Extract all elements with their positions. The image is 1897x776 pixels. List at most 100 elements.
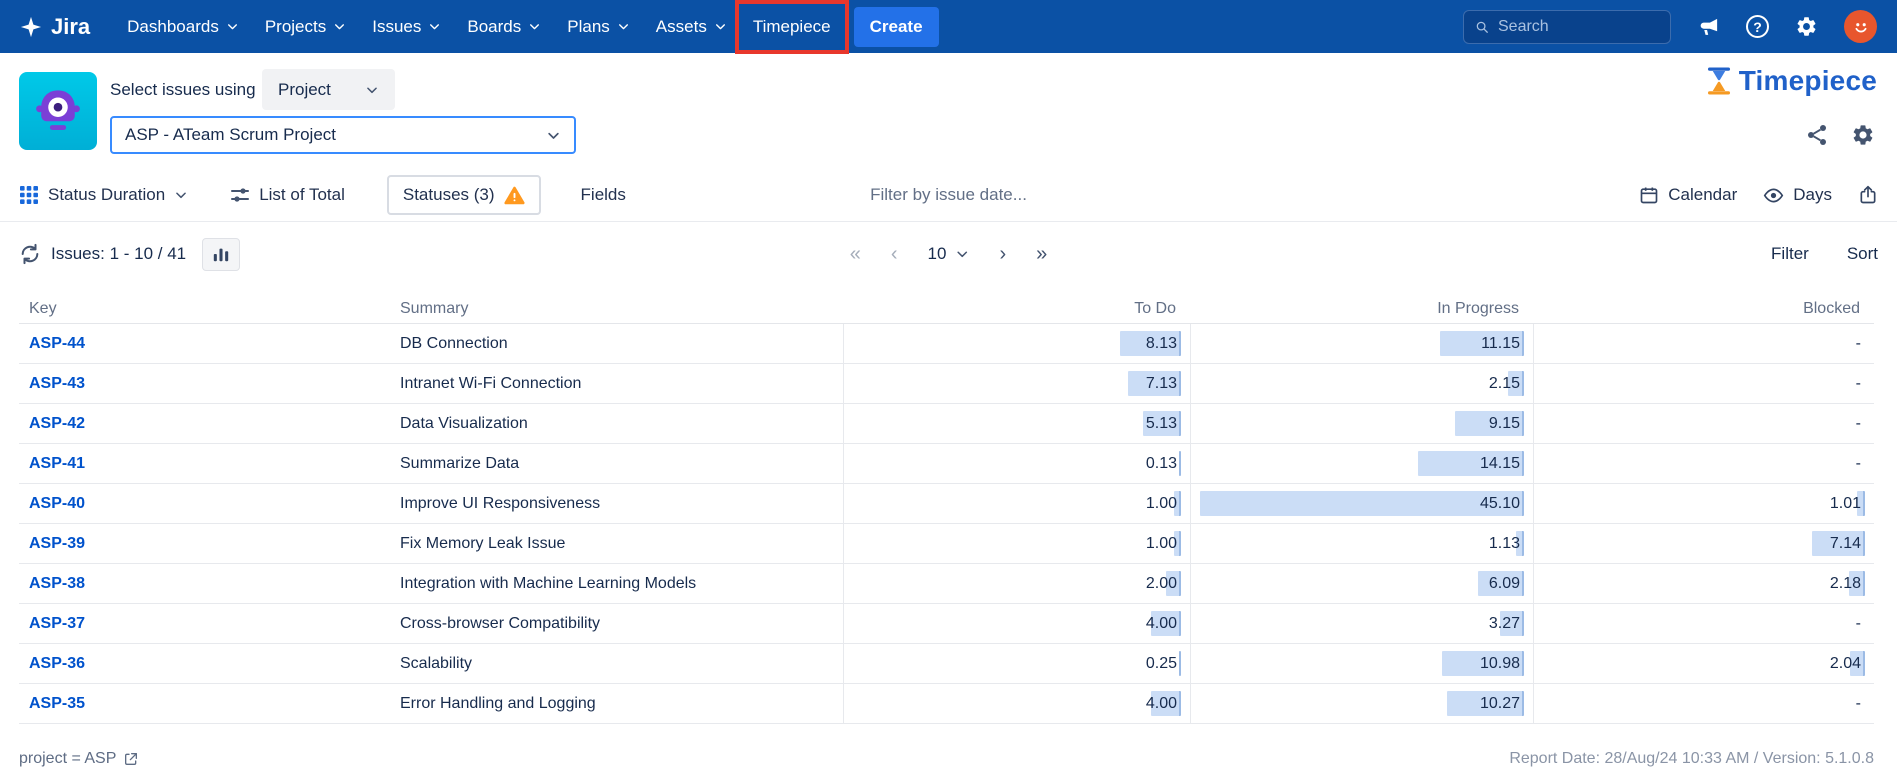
duration-bar [1179,651,1181,676]
table-body: ASP-44DB Connection8.1311.15-ASP-43Intra… [19,324,1874,724]
top-navbar: Jira Dashboards Projects Issues Boards P… [0,0,1897,53]
filter-button[interactable]: Filter [1771,244,1809,264]
chart-view-button[interactable] [202,238,240,271]
nav-item-issues[interactable]: Issues [359,8,454,46]
page-footer: project = ASP Report Date: 28/Aug/24 10:… [19,750,1874,768]
export-icon [1858,185,1878,205]
duration-value: 9.15 [1489,415,1520,433]
nav-item-timepiece[interactable]: Timepiece [740,8,844,46]
help-icon[interactable]: ? [1746,15,1769,38]
table-row: ASP-36Scalability0.2510.982.04 [19,644,1874,684]
issue-key-link[interactable]: ASP-39 [29,535,85,553]
unit-days-button[interactable]: Days [1763,185,1832,206]
first-page-button[interactable]: « [850,244,861,264]
search-input[interactable] [1498,18,1659,36]
nav-item-dashboards[interactable]: Dashboards [114,8,252,46]
issue-summary: Summarize Data [395,444,843,483]
nav-item-plans[interactable]: Plans [554,8,643,46]
chevron-down-icon [174,188,188,202]
next-page-button[interactable]: › [999,244,1006,264]
table-header: Key Summary To Do In Progress Blocked [19,295,1874,324]
duration-value: 2.04 [1830,655,1861,673]
view-mode-dropdown[interactable]: Status Duration [19,185,188,205]
issue-summary: DB Connection [395,324,843,363]
duration-value: 1.01 [1830,495,1861,513]
fields-label: Fields [581,185,626,205]
nav-item-projects[interactable]: Projects [252,8,359,46]
refresh-icon[interactable] [19,243,41,265]
sort-button[interactable]: Sort [1847,244,1878,264]
table-row: ASP-40Improve UI Responsiveness1.0045.10… [19,484,1874,524]
issue-source-dropdown[interactable]: Project [262,69,395,110]
project-dropdown[interactable]: ASP - ATeam Scrum Project [110,116,576,154]
announcements-icon[interactable] [1697,15,1720,38]
jql-query-link[interactable]: project = ASP [19,750,139,768]
navbar-right: ? [1463,10,1877,44]
table-row: ASP-43Intranet Wi-Fi Connection7.132.15- [19,364,1874,404]
table-row: ASP-38Integration with Machine Learning … [19,564,1874,604]
inprogress-cell: 10.98 [1190,644,1533,683]
inprogress-cell: 45.10 [1190,484,1533,523]
duration-value: 1.00 [1146,495,1177,513]
create-button[interactable]: Create [854,7,939,47]
page-size-dropdown[interactable]: 10 [928,244,970,264]
report-settings-icon[interactable] [1851,123,1875,147]
report-info: Report Date: 28/Aug/24 10:33 AM / Versio… [1509,750,1874,768]
nav-label: Timepiece [753,17,831,37]
report-toolbar: Status Duration List of Total Statuses (… [0,169,1897,222]
unit-label: Days [1793,185,1832,205]
settings-gear-icon[interactable] [1795,15,1818,38]
duration-value: - [1856,415,1861,433]
external-link-icon [123,751,139,767]
blocked-cell: - [1533,684,1874,723]
nav-item-boards[interactable]: Boards [454,8,554,46]
fields-button[interactable]: Fields [581,185,626,205]
toolbar-right: Calendar Days [1639,185,1878,206]
key-cell: ASP-44 [19,324,395,363]
jira-timepiece-page: Jira Dashboards Projects Issues Boards P… [0,0,1897,776]
statuses-button[interactable]: Statuses (3) [387,175,541,215]
nav-item-assets[interactable]: Assets [643,8,740,46]
duration-value: 10.27 [1480,695,1520,713]
issue-key-link[interactable]: ASP-35 [29,695,85,713]
issues-range-label: Issues: 1 - 10 / 41 [51,244,186,264]
issue-key-link[interactable]: ASP-40 [29,495,85,513]
prev-page-button[interactable]: ‹ [891,244,898,264]
jira-logo[interactable]: Jira [20,14,90,40]
todo-cell: 2.00 [843,564,1190,603]
help-glyph: ? [1753,19,1762,35]
table-row: ASP-44DB Connection8.1311.15- [19,324,1874,364]
view-mode-label: Status Duration [48,185,165,205]
column-header-summary: Summary [395,300,843,318]
todo-cell: 4.00 [843,604,1190,643]
calendar-button[interactable]: Calendar [1639,185,1737,205]
issue-key-link[interactable]: ASP-38 [29,575,85,593]
issue-key-link[interactable]: ASP-43 [29,375,85,393]
issue-date-filter[interactable]: Filter by issue date... [870,185,1027,205]
share-icon[interactable] [1805,123,1829,147]
timepiece-logo: Timepiece [1704,65,1877,97]
user-avatar[interactable] [1844,10,1877,43]
duration-bar [1179,451,1181,476]
aggregation-label: List of Total [259,185,345,205]
duration-value: 11.15 [1481,335,1520,353]
issue-key-link[interactable]: ASP-36 [29,655,85,673]
inprogress-cell: 14.15 [1190,444,1533,483]
global-search[interactable] [1463,10,1671,44]
project-avatar [19,72,97,150]
export-button[interactable] [1858,185,1878,205]
issue-key-link[interactable]: ASP-37 [29,615,85,633]
issue-summary: Error Handling and Logging [395,684,843,723]
issue-key-link[interactable]: ASP-44 [29,335,85,353]
duration-value: 7.14 [1830,535,1861,553]
list-of-total-toggle[interactable]: List of Total [230,185,345,205]
nav-label: Projects [265,17,326,37]
issue-summary: Cross-browser Compatibility [395,604,843,643]
issue-key-link[interactable]: ASP-42 [29,415,85,433]
duration-value: 1.13 [1489,535,1520,553]
issue-key-link[interactable]: ASP-41 [29,455,85,473]
duration-value: 45.10 [1480,495,1520,513]
blocked-cell: 1.01 [1533,484,1874,523]
last-page-button[interactable]: » [1036,244,1047,264]
inprogress-cell: 1.13 [1190,524,1533,563]
